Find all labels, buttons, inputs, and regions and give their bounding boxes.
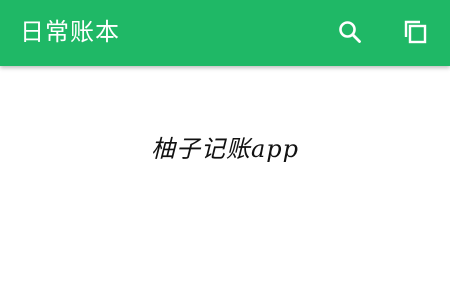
center-caption: 柚子记账app xyxy=(150,135,300,163)
app-screen: 日常账本 柚子记账app xyxy=(0,0,450,300)
search-icon xyxy=(339,21,361,43)
main-content: 柚子记账app xyxy=(0,66,450,300)
search-button[interactable] xyxy=(332,14,368,50)
copy-icon xyxy=(404,20,427,44)
app-bar: 日常账本 xyxy=(0,0,450,66)
copy-button[interactable] xyxy=(398,14,434,50)
app-title: 日常账本 xyxy=(20,18,120,46)
